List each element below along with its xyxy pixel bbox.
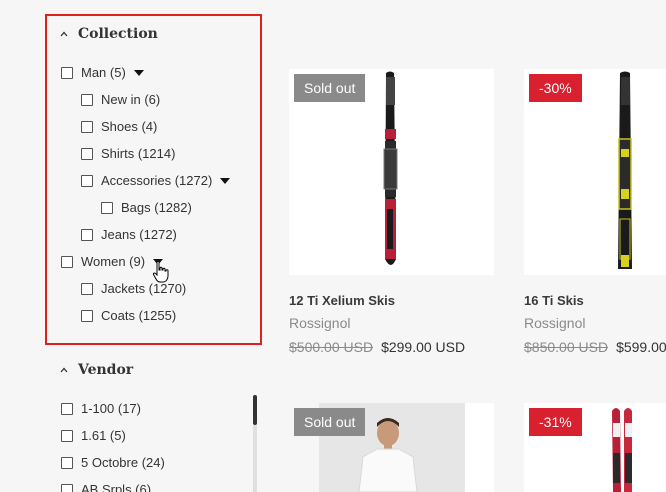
product-vendor: Rossignol [289,315,351,331]
checkbox[interactable] [61,403,73,415]
filter-option-label: AB Srpls (6) [81,482,152,492]
checkbox[interactable] [61,484,73,492]
filter-option-vendor[interactable]: 5 Octobre (24) [61,455,165,471]
vendor-filter-title: Vendor [78,362,134,378]
product-title[interactable]: 12 Ti Xelium Skis [289,293,395,308]
filter-option-label: 1.61 (5) [81,428,126,443]
chevron-up-icon [60,31,68,37]
filter-option-label: Jackets (1270) [101,281,187,296]
filter-option-label: Bags (1282) [121,200,192,215]
compare-at-price: $500.00 USD [289,339,374,355]
vendor-scroll-track[interactable] [253,425,257,492]
filter-option-label: Jeans (1272) [101,227,177,242]
product-image[interactable]: -31% [524,403,666,492]
discount-badge: -31% [529,408,582,436]
sale-price: $599.00 [616,339,666,355]
filter-option-label: Coats (1255) [101,308,177,323]
checkbox[interactable] [81,175,93,187]
checkbox[interactable] [61,256,73,268]
product-title[interactable]: 16 Ti Skis [524,293,584,308]
filter-option-label: 5 Octobre (24) [81,455,165,470]
sold-out-badge: Sold out [294,408,366,436]
vendor-scrollbar-thumb[interactable] [253,395,257,425]
product-image[interactable]: -30% [524,69,666,275]
filter-option-label: New in (6) [101,92,161,107]
collection-filter-header[interactable]: Collection [60,26,158,42]
chevron-up-icon [60,367,68,373]
filter-option-label: Women (9) [81,254,146,269]
checkbox[interactable] [61,430,73,442]
checkbox[interactable] [81,148,93,160]
checkbox[interactable] [61,457,73,469]
expand-arrow-icon[interactable] [153,259,164,265]
filter-option-label: Shoes (4) [101,119,158,134]
checkbox[interactable] [81,229,93,241]
sold-out-badge: Sold out [294,74,366,102]
product-price: $500.00 USD $299.00 USD [289,339,465,355]
product-image[interactable]: Sold out [289,403,494,492]
filter-sidebar: Collection Man (5) New in (6) Shoes (4) … [0,0,262,492]
collection-filter-title: Collection [78,26,158,42]
filter-option-vendor[interactable]: 1-100 (17) [61,401,141,417]
expand-arrow-icon[interactable] [133,70,144,76]
filter-option-accessories[interactable]: Accessories (1272) [81,173,231,189]
sale-price: $299.00 USD [381,339,466,355]
discount-badge: -30% [529,74,582,102]
filter-option-label: Man (5) [81,65,126,80]
vendor-filter-header[interactable]: Vendor [60,362,133,378]
product-vendor: Rossignol [524,315,586,331]
checkbox[interactable] [81,283,93,295]
filter-option-bags[interactable]: Bags (1282) [101,200,192,216]
filter-option-new-in[interactable]: New in (6) [81,92,160,108]
filter-option-label: Accessories (1272) [101,173,213,188]
filter-option-jackets[interactable]: Jackets (1270) [81,281,186,297]
product-price: $850.00 USD $599.00 [524,339,666,355]
checkbox[interactable] [81,94,93,106]
filter-option-man[interactable]: Man (5) [61,65,144,81]
checkbox[interactable] [81,310,93,322]
filter-option-shoes[interactable]: Shoes (4) [81,119,157,135]
expand-arrow-icon[interactable] [220,178,231,184]
filter-option-vendor[interactable]: 1.61 (5) [61,428,126,444]
compare-at-price: $850.00 USD [524,339,609,355]
filter-option-jeans[interactable]: Jeans (1272) [81,227,177,243]
filter-option-women[interactable]: Women (9) [61,254,164,270]
filter-option-label: Shirts (1214) [101,146,176,161]
checkbox[interactable] [81,121,93,133]
product-image[interactable]: Sold out [289,69,494,275]
filter-option-vendor[interactable]: AB Srpls (6) [61,482,151,492]
checkbox[interactable] [101,202,113,214]
checkbox[interactable] [61,67,73,79]
filter-option-label: 1-100 (17) [81,401,141,416]
filter-option-shirts[interactable]: Shirts (1214) [81,146,175,162]
filter-option-coats[interactable]: Coats (1255) [81,308,176,324]
